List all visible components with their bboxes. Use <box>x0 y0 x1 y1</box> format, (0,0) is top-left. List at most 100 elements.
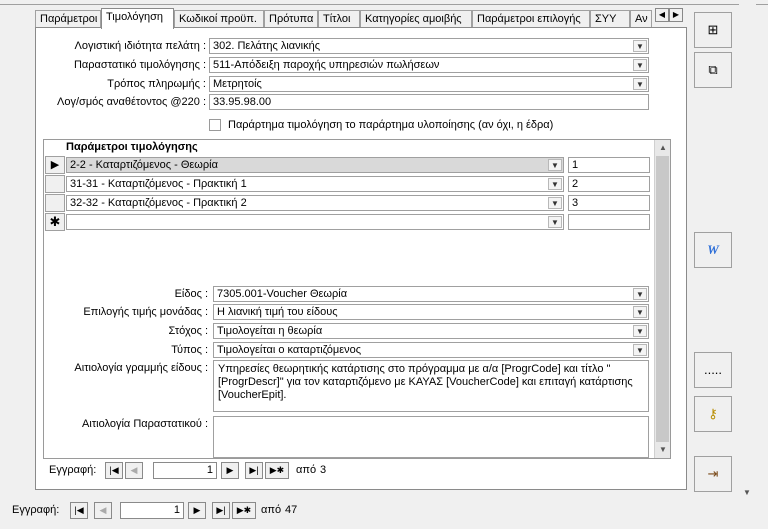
param-row-1-combo[interactable]: 2-2 - Καταρτιζόμενος - Θεωρία ▼ <box>66 157 564 173</box>
assigner-account-label: Λογ/σμός αναθέτοντος @220 : <box>57 96 206 108</box>
subform-record-number[interactable]: 1 <box>153 462 217 479</box>
exit-button[interactable]: ⇥ <box>694 456 732 492</box>
branch-invoicing-label: Παράρτημα τιμολόγηση το παράρτημα υλοποί… <box>228 119 554 131</box>
subform-record-nav: Εγγραφή: |◀ ◀ 1 ▶ ▶| ▶✱ από 3 <box>49 462 369 480</box>
subform-scrollbar[interactable]: ▲ ▼ <box>654 140 670 458</box>
chevron-down-icon[interactable]: ▼ <box>633 306 647 318</box>
tab-more[interactable]: Αν <box>630 10 652 28</box>
type-combo[interactable]: Τιμολογείται ο καταρτιζόμενος ▼ <box>213 342 649 358</box>
chevron-down-icon[interactable]: ▼ <box>633 78 647 90</box>
target-combo[interactable]: Τιμολογείται η θεωρία ▼ <box>213 323 649 339</box>
branch-invoicing-checkbox[interactable] <box>209 119 221 131</box>
chevron-down-icon[interactable]: ▼ <box>548 178 562 190</box>
current-row-marker[interactable]: ▶ <box>45 156 65 174</box>
param-row-1-value[interactable]: 1 <box>568 157 650 173</box>
last-record-icon[interactable]: ▶| <box>212 502 230 519</box>
row-selector[interactable] <box>45 175 65 193</box>
key-button[interactable]: ⚷ <box>694 396 732 432</box>
scroll-down-icon[interactable]: ▼ <box>740 486 754 500</box>
tab-parameters[interactable]: Παράμετροι <box>35 10 101 28</box>
chevron-down-icon[interactable]: ▼ <box>633 40 647 52</box>
param-row-2-name: 31-31 - Καταρτιζόμενος - Πρακτική 1 <box>70 178 247 190</box>
type-label: Τύπος : <box>171 344 208 356</box>
main-record-nav: Εγγραφή: |◀ ◀ 1 ▶ ▶| ▶✱ από 47 <box>12 502 332 520</box>
doc-reason-label: Αιτιολογία Παραστατικού : <box>82 418 208 430</box>
main-record-number[interactable]: 1 <box>120 502 184 519</box>
doc-reason-memo[interactable] <box>213 416 649 458</box>
previous-record-icon[interactable]: ◀ <box>125 462 143 479</box>
chevron-down-icon[interactable]: ▼ <box>633 59 647 71</box>
new-record-icon[interactable]: ▶✱ <box>265 462 289 479</box>
first-record-icon[interactable]: |◀ <box>70 502 88 519</box>
tab-syy[interactable]: ΣΥΥ <box>590 10 630 28</box>
param-row-3-value[interactable]: 3 <box>568 195 650 211</box>
item-label: Είδος : <box>174 288 208 300</box>
copy-record-button[interactable]: ⧉ <box>694 52 732 88</box>
accounting-property-label: Λογιστική ιδιότητα πελάτη : <box>74 40 206 52</box>
scroll-thumb[interactable] <box>656 156 669 442</box>
tab-budget-codes[interactable]: Κωδικοί προϋπ. <box>174 10 264 28</box>
invoice-doc-combo[interactable]: 511-Απόδειξη παροχής υπηρεσιών πωλήσεων … <box>209 57 649 73</box>
chevron-down-icon[interactable]: ▼ <box>633 344 647 356</box>
invoice-doc-value: 511-Απόδειξη παροχής υπηρεσιών πωλήσεων <box>213 59 440 71</box>
form-scrollbar[interactable]: ▼ <box>739 0 756 500</box>
tab-strip: Παράμετροι Τιμολόγηση Κωδικοί προϋπ. Πρό… <box>35 8 687 29</box>
tab-scroll-left-icon[interactable]: ◀ <box>655 8 669 22</box>
tab-selection-params[interactable]: Παράμετροι επιλογής <box>472 10 590 28</box>
line-reason-label: Αιτιολογία γραμμής είδους : <box>74 362 208 374</box>
tab-invoicing[interactable]: Τιμολόγηση <box>101 8 174 29</box>
previous-record-icon[interactable]: ◀ <box>94 502 112 519</box>
new-record-icon: ⊞ <box>707 22 719 37</box>
payment-method-combo[interactable]: Μετρητοίς ▼ <box>209 76 649 92</box>
new-row-marker[interactable]: ✱ <box>45 213 65 231</box>
word-export-button[interactable]: W <box>694 232 732 268</box>
chevron-down-icon[interactable]: ▼ <box>633 288 647 300</box>
tab-fee-categories[interactable]: Κατηγορίες αμοιβής <box>360 10 472 28</box>
row-selector[interactable] <box>45 194 65 212</box>
scroll-up-icon[interactable]: ▲ <box>656 141 670 155</box>
param-row-2-combo[interactable]: 31-31 - Καταρτιζόμενος - Πρακτική 1 ▼ <box>66 176 564 192</box>
new-record-button[interactable]: ⊞ <box>694 12 732 48</box>
new-record-icon[interactable]: ▶✱ <box>232 502 256 519</box>
unit-price-label: Επιλογής τιμής μονάδας : <box>83 306 208 318</box>
param-new-row-value[interactable] <box>568 214 650 230</box>
last-record-icon[interactable]: ▶| <box>245 462 263 479</box>
subform-nav-total: 3 <box>320 464 327 476</box>
chevron-down-icon[interactable]: ▼ <box>633 325 647 337</box>
accounting-property-value: 302. Πελάτης λιανικής <box>213 40 320 52</box>
ellipsis-icon: ..... <box>703 362 723 377</box>
main-nav-label: Εγγραφή: <box>12 504 60 516</box>
more-options-button[interactable]: ..... <box>694 352 732 388</box>
main-nav-of: από <box>261 504 282 516</box>
param-row-3-combo[interactable]: 32-32 - Καταρτιζόμενος - Πρακτική 2 ▼ <box>66 195 564 211</box>
next-record-icon[interactable]: ▶ <box>188 502 206 519</box>
param-new-row-combo[interactable]: ▼ <box>66 214 564 230</box>
item-value: 7305.001-Voucher Θεωρία <box>217 288 348 300</box>
key-icon: ⚷ <box>708 406 718 421</box>
param-row-2-value[interactable]: 2 <box>568 176 650 192</box>
tab-templates[interactable]: Πρότυπα <box>264 10 318 28</box>
chevron-down-icon[interactable]: ▼ <box>548 216 562 228</box>
invoice-doc-label: Παραστατικό τιμολόγησης : <box>73 59 206 71</box>
exit-door-icon: ⇥ <box>707 466 719 481</box>
first-record-icon[interactable]: |◀ <box>105 462 123 479</box>
unit-price-value: Η λιανική τιμή του είδους <box>217 306 338 318</box>
line-reason-memo[interactable]: Υπηρεσίες θεωρητικής κατάρτισης στο πρόγ… <box>213 360 649 412</box>
form-window: Παράμετροι Τιμολόγηση Κωδικοί προϋπ. Πρό… <box>0 0 768 529</box>
tab-titles[interactable]: Τίτλοι <box>318 10 360 28</box>
chevron-down-icon[interactable]: ▼ <box>548 197 562 209</box>
word-icon: W <box>707 242 719 257</box>
accounting-property-combo[interactable]: 302. Πελάτης λιανικής ▼ <box>209 38 649 54</box>
next-record-icon[interactable]: ▶ <box>221 462 239 479</box>
target-label: Στόχος : <box>168 325 208 337</box>
scroll-down-icon[interactable]: ▼ <box>656 443 670 457</box>
item-combo[interactable]: 7305.001-Voucher Θεωρία ▼ <box>213 286 649 302</box>
unit-price-combo[interactable]: Η λιανική τιμή του είδους ▼ <box>213 304 649 320</box>
tab-scroll-right-icon[interactable]: ▶ <box>669 8 683 22</box>
chevron-down-icon[interactable]: ▼ <box>548 159 562 171</box>
subform-nav-of: από <box>296 464 317 476</box>
param-row-1-name: 2-2 - Καταρτιζόμενος - Θεωρία <box>70 159 218 171</box>
copy-icon: ⧉ <box>708 62 718 77</box>
assigner-account-field[interactable]: 33.95.98.00 <box>209 94 649 110</box>
type-value: Τιμολογείται ο καταρτιζόμενος <box>217 344 362 356</box>
